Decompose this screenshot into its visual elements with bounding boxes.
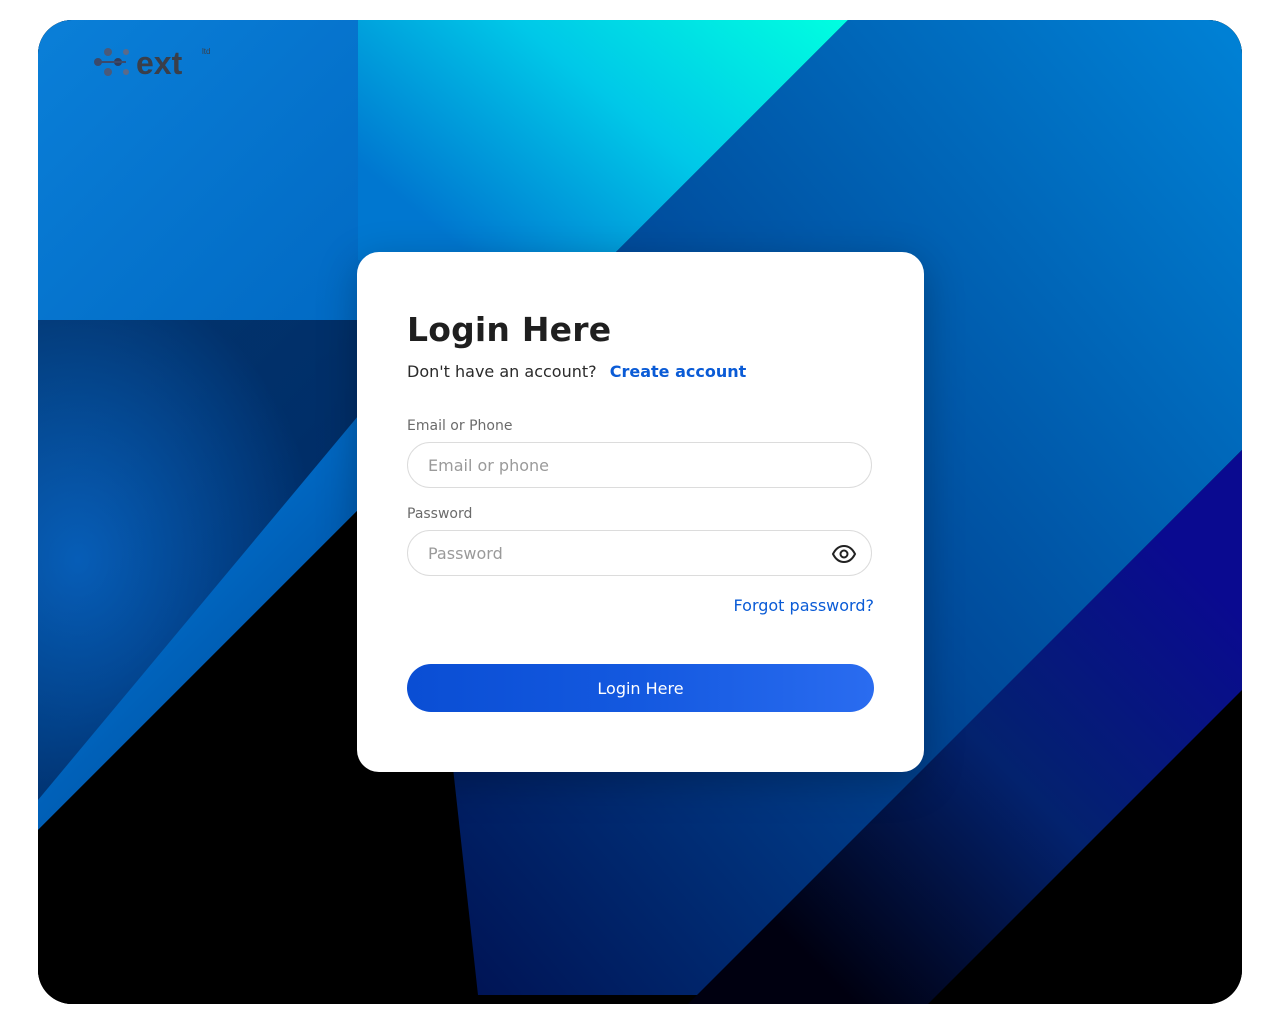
login-card: Login Here Don't have an account? Create… <box>357 252 924 772</box>
logo-text: ext <box>136 45 183 81</box>
signup-prompt: Don't have an account? Create account <box>407 362 746 381</box>
email-input[interactable] <box>428 443 848 487</box>
password-field-wrapper <box>407 530 872 576</box>
logo-superscript: ltd <box>202 47 210 56</box>
eye-icon[interactable] <box>831 541 857 567</box>
email-field-wrapper <box>407 442 872 488</box>
email-label: Email or Phone <box>407 418 513 434</box>
ext-logo: ext ltd <box>94 45 210 81</box>
create-account-link[interactable]: Create account <box>610 362 747 381</box>
login-title: Login Here <box>407 310 612 349</box>
logo-mark-icon <box>94 48 129 76</box>
forgot-password-link[interactable]: Forgot password? <box>734 596 874 615</box>
password-label: Password <box>407 506 473 522</box>
password-input[interactable] <box>428 531 808 575</box>
page-background: ext ltd Login Here Don't have an account… <box>38 20 1242 1004</box>
signup-prompt-text: Don't have an account? <box>407 362 597 381</box>
login-button[interactable]: Login Here <box>407 664 874 712</box>
